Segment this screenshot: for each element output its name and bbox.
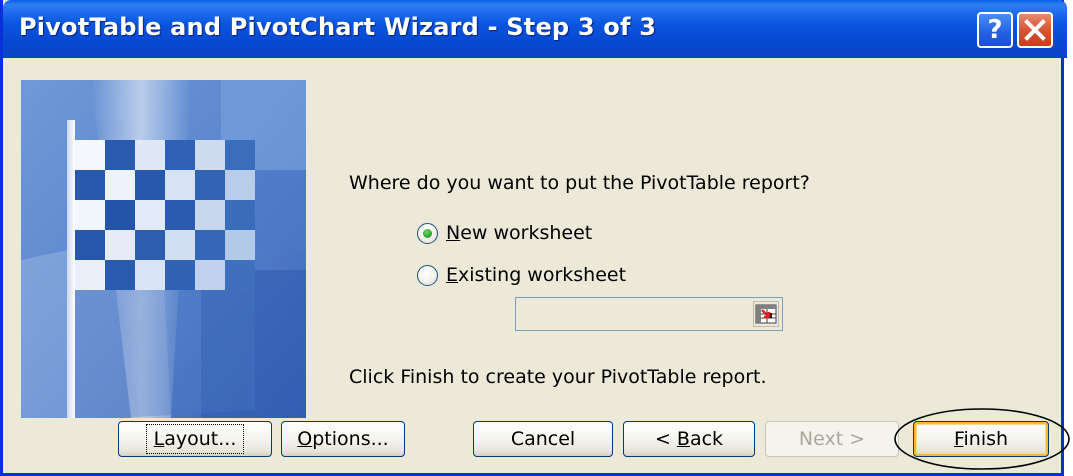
layout-button[interactable]: Layout...: [118, 421, 272, 457]
cancel-button[interactable]: Cancel: [473, 421, 613, 457]
close-button[interactable]: [1017, 12, 1053, 48]
placement-prompt: Where do you want to put the PivotTable …: [349, 172, 810, 194]
help-icon: ?: [987, 15, 1003, 45]
new-worksheet-label: New worksheet: [446, 222, 593, 244]
finish-button[interactable]: Finish: [913, 421, 1049, 457]
radio-existing-worksheet[interactable]: [417, 264, 438, 286]
radio-new-worksheet[interactable]: [417, 222, 438, 244]
options-button[interactable]: Options...: [281, 421, 405, 457]
window-title: PivotTable and PivotChart Wizard - Step …: [19, 13, 657, 41]
range-select-icon: [755, 304, 777, 324]
help-button[interactable]: ?: [977, 12, 1013, 48]
new-worksheet-option[interactable]: New worksheet: [417, 220, 592, 246]
close-icon: [1024, 19, 1046, 41]
range-reference-input[interactable]: [515, 297, 783, 331]
title-bar[interactable]: PivotTable and PivotChart Wizard - Step …: [3, 0, 1067, 58]
finish-hint: Click Finish to create your PivotTable r…: [349, 366, 767, 388]
wizard-dialog: PivotTable and PivotChart Wizard - Step …: [0, 0, 1067, 476]
finish-flag-illustration: [21, 80, 306, 418]
existing-worksheet-label: Existing worksheet: [446, 264, 627, 286]
existing-worksheet-option[interactable]: Existing worksheet: [417, 262, 626, 288]
back-button[interactable]: < Back: [623, 421, 755, 457]
next-button[interactable]: Next >: [765, 421, 899, 457]
collapse-dialog-button[interactable]: [753, 301, 779, 327]
checkered-flag-icon: [21, 80, 306, 418]
